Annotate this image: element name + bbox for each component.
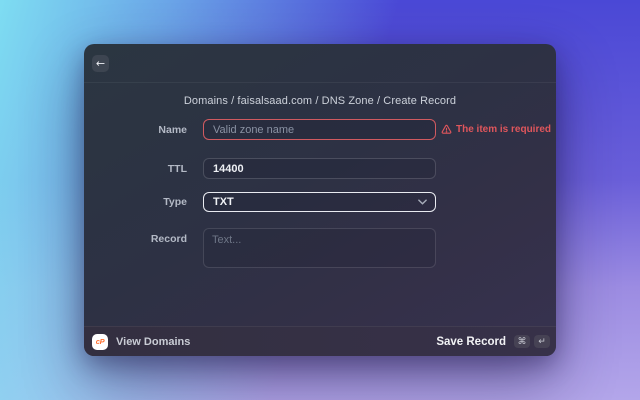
shortcut-keys: ⌘ ↵: [514, 335, 550, 348]
name-label: Name: [158, 123, 187, 136]
error-text: The item is required: [456, 124, 552, 135]
dialog-header: ←: [84, 44, 556, 83]
cpanel-logo-icon[interactable]: cP: [92, 333, 108, 350]
record-label: Record: [150, 233, 187, 245]
name-field-row: Name The item is required: [84, 119, 556, 140]
warning-icon: [441, 124, 452, 134]
dialog-footer: cP View Domains Save Record ⌘ ↵: [84, 326, 556, 356]
name-input[interactable]: [203, 119, 436, 140]
back-button[interactable]: ←: [92, 55, 109, 72]
ttl-field-row: TTL: [84, 158, 556, 179]
ttl-input[interactable]: [203, 158, 436, 179]
back-arrow-icon: ←: [95, 57, 106, 70]
name-error: The item is required: [441, 124, 551, 135]
record-field-row: Record: [84, 228, 556, 268]
return-key-icon[interactable]: ↵: [534, 335, 550, 348]
type-label: Type: [163, 196, 187, 208]
record-textarea[interactable]: [203, 228, 436, 268]
command-key-icon[interactable]: ⌘: [514, 335, 530, 348]
type-select[interactable]: TXT: [203, 192, 436, 212]
type-select-value: TXT: [213, 196, 234, 208]
type-field-row: Type TXT: [84, 192, 556, 212]
save-record-button[interactable]: Save Record: [436, 336, 506, 348]
cpanel-logo-text: cP: [95, 337, 105, 346]
create-record-dialog: ← Domains / faisalsaad.com / DNS Zone / …: [84, 44, 556, 356]
view-domains-link[interactable]: View Domains: [116, 336, 190, 348]
ttl-label: TTL: [167, 162, 187, 175]
chevron-down-icon: [418, 199, 427, 205]
breadcrumb: Domains / faisalsaad.com / DNS Zone / Cr…: [183, 95, 457, 107]
